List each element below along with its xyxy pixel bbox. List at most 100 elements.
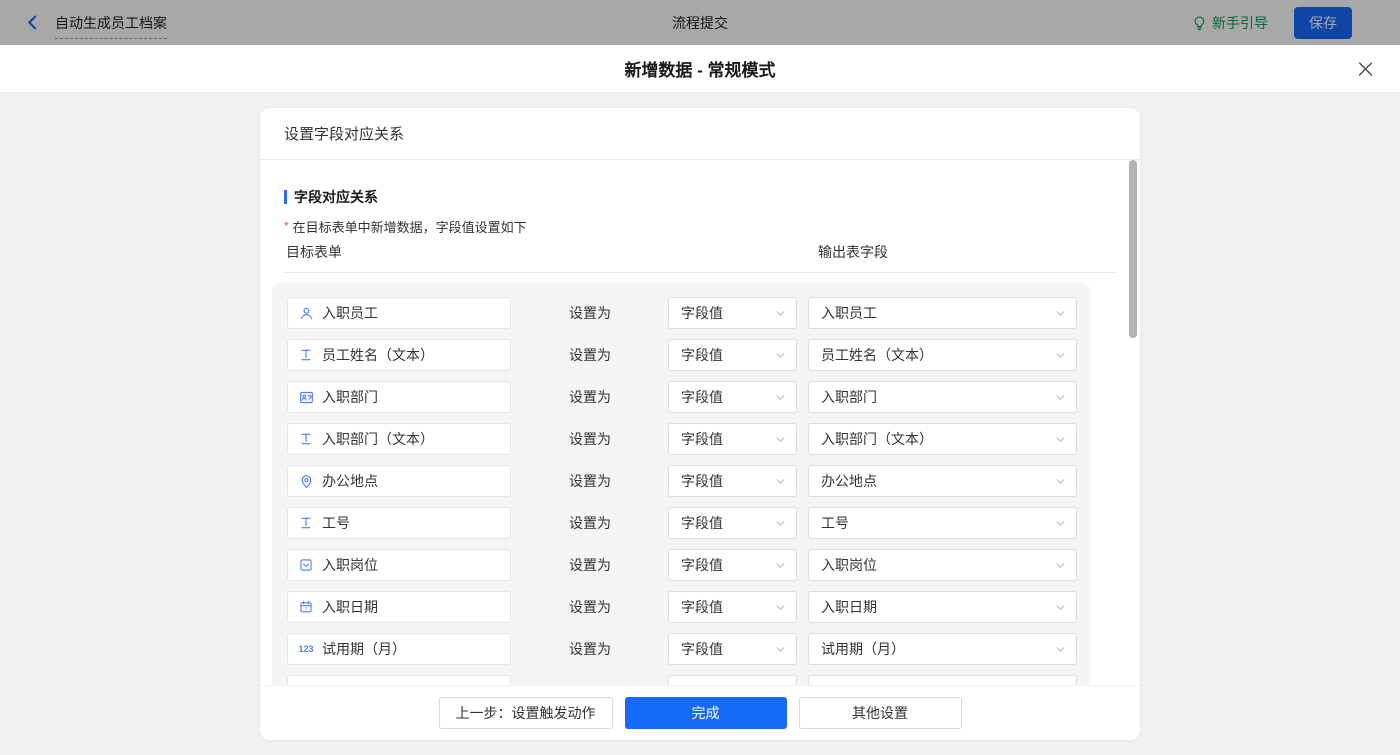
chevron-down-icon	[1055, 392, 1066, 403]
modal-header: 新增数据 - 常规模式	[0, 45, 1400, 93]
chevron-down-icon	[1055, 560, 1066, 571]
target-field[interactable]: 入职岗位	[287, 549, 511, 581]
output-field-value: 工号	[821, 515, 849, 531]
set-as-label: 设置为	[569, 515, 611, 531]
previous-step-button[interactable]: 上一步：设置触发动作	[438, 697, 613, 729]
chevron-down-icon	[1055, 308, 1066, 319]
text-icon	[298, 348, 314, 362]
value-type-value: 字段值	[681, 473, 723, 489]
chevron-down-icon	[775, 560, 786, 571]
beginner-guide-link[interactable]: 新手引导	[1192, 13, 1268, 33]
mapping-panel: 入职员工 设置为 字段值 入职员工 员工姓名（文本） 设置为 字段值 员工姓名（…	[272, 283, 1090, 740]
page-title: 流程提交	[672, 14, 728, 31]
output-field-value: 办公地点	[821, 473, 877, 489]
date-icon: 7	[298, 600, 314, 614]
output-field-value: 试用期（月）	[821, 641, 905, 657]
field-mapping-row: 员工姓名（文本） 设置为 字段值 员工姓名（文本）	[287, 339, 1090, 371]
output-field-select[interactable]: 入职日期	[808, 591, 1077, 623]
svg-text:7: 7	[305, 607, 308, 613]
chevron-down-icon	[775, 602, 786, 613]
target-field[interactable]: 办公地点	[287, 465, 511, 497]
output-field-select[interactable]: 员工姓名（文本）	[808, 339, 1077, 371]
value-type-select[interactable]: 字段值	[668, 633, 797, 665]
output-field-select[interactable]: 试用期（月）	[808, 633, 1077, 665]
value-type-select[interactable]: 字段值	[668, 381, 797, 413]
set-as-label: 设置为	[569, 305, 611, 321]
chevron-down-icon	[775, 434, 786, 445]
set-as-label: 设置为	[569, 431, 611, 447]
field-mapping-row: 入职部门 设置为 字段值 入职部门	[287, 381, 1090, 413]
user-icon	[298, 306, 314, 321]
target-field[interactable]: 7 入职日期	[287, 591, 511, 623]
set-as-label: 设置为	[569, 599, 611, 615]
chevron-down-icon	[1055, 602, 1066, 613]
chevron-down-icon	[775, 308, 786, 319]
field-mapping-row: 入职部门（文本） 设置为 字段值 入职部门（文本）	[287, 423, 1090, 455]
output-field-select[interactable]: 办公地点	[808, 465, 1077, 497]
department-icon	[298, 390, 314, 405]
chevron-down-icon	[1055, 644, 1066, 655]
chevron-down-icon	[775, 392, 786, 403]
target-field-label: 试用期（月）	[322, 641, 406, 657]
section-title: 字段对应关系	[294, 189, 378, 205]
output-field-select[interactable]: 入职员工	[808, 297, 1077, 329]
other-settings-button[interactable]: 其他设置	[798, 697, 962, 729]
scrollbar-thumb[interactable]	[1129, 160, 1137, 338]
value-type-value: 字段值	[681, 557, 723, 573]
done-button[interactable]: 完成	[624, 697, 787, 729]
column-header-output-fields: 输出表字段	[818, 244, 888, 260]
column-header-target-form: 目标表单	[286, 244, 342, 260]
field-mapping-row: 入职员工 设置为 字段值 入职员工	[287, 297, 1090, 329]
value-type-value: 字段值	[681, 389, 723, 405]
target-field-label: 工号	[322, 515, 350, 531]
field-mapping-row: 入职岗位 设置为 字段值 入职岗位	[287, 549, 1090, 581]
field-mapping-row: 工号 设置为 字段值 工号	[287, 507, 1090, 539]
chevron-down-icon	[775, 518, 786, 529]
output-field-select[interactable]: 入职部门（文本）	[808, 423, 1077, 455]
target-field[interactable]: 入职部门（文本）	[287, 423, 511, 455]
section-subtitle: 在目标表单中新增数据，字段值设置如下	[292, 220, 527, 235]
value-type-select[interactable]: 字段值	[668, 297, 797, 329]
target-field[interactable]: 入职部门	[287, 381, 511, 413]
card-footer: 上一步：设置触发动作 完成 其他设置	[260, 685, 1140, 740]
location-icon	[298, 474, 314, 489]
value-type-select[interactable]: 字段值	[668, 549, 797, 581]
target-field[interactable]: 123 试用期（月）	[287, 633, 511, 665]
select-icon	[298, 558, 314, 572]
value-type-value: 字段值	[681, 431, 723, 447]
output-field-select[interactable]: 入职岗位	[808, 549, 1077, 581]
target-field[interactable]: 工号	[287, 507, 511, 539]
lightbulb-icon	[1192, 15, 1207, 31]
save-button[interactable]: 保存	[1294, 6, 1352, 39]
value-type-value: 字段值	[681, 347, 723, 363]
target-field-label: 入职部门	[322, 389, 378, 405]
set-as-label: 设置为	[569, 347, 611, 363]
modal-title: 新增数据 - 常规模式	[624, 61, 776, 80]
target-field[interactable]: 入职员工	[287, 297, 511, 329]
value-type-select[interactable]: 字段值	[668, 423, 797, 455]
value-type-value: 字段值	[681, 599, 723, 615]
text-icon	[298, 432, 314, 446]
target-field-label: 入职岗位	[322, 557, 378, 573]
target-field-label: 入职日期	[322, 599, 378, 615]
value-type-select[interactable]: 字段值	[668, 339, 797, 371]
card-title: 设置字段对应关系	[260, 108, 1140, 160]
output-field-value: 入职岗位	[821, 557, 877, 573]
output-field-value: 入职日期	[821, 599, 877, 615]
output-field-select[interactable]: 工号	[808, 507, 1077, 539]
output-field-select[interactable]: 入职部门	[808, 381, 1077, 413]
chevron-down-icon	[775, 476, 786, 487]
chevron-down-icon	[1055, 434, 1066, 445]
close-icon[interactable]	[1357, 60, 1374, 77]
value-type-select[interactable]: 字段值	[668, 465, 797, 497]
section-accent-bar	[284, 190, 287, 204]
section-heading: 字段对应关系	[284, 187, 1116, 207]
value-type-value: 字段值	[681, 305, 723, 321]
target-field[interactable]: 员工姓名（文本）	[287, 339, 511, 371]
output-field-value: 入职部门（文本）	[821, 431, 933, 447]
value-type-select[interactable]: 字段值	[668, 507, 797, 539]
number-icon: 123	[298, 643, 314, 654]
target-field-label: 入职员工	[322, 305, 378, 321]
value-type-select[interactable]: 字段值	[668, 591, 797, 623]
beginner-guide-label: 新手引导	[1212, 14, 1268, 31]
